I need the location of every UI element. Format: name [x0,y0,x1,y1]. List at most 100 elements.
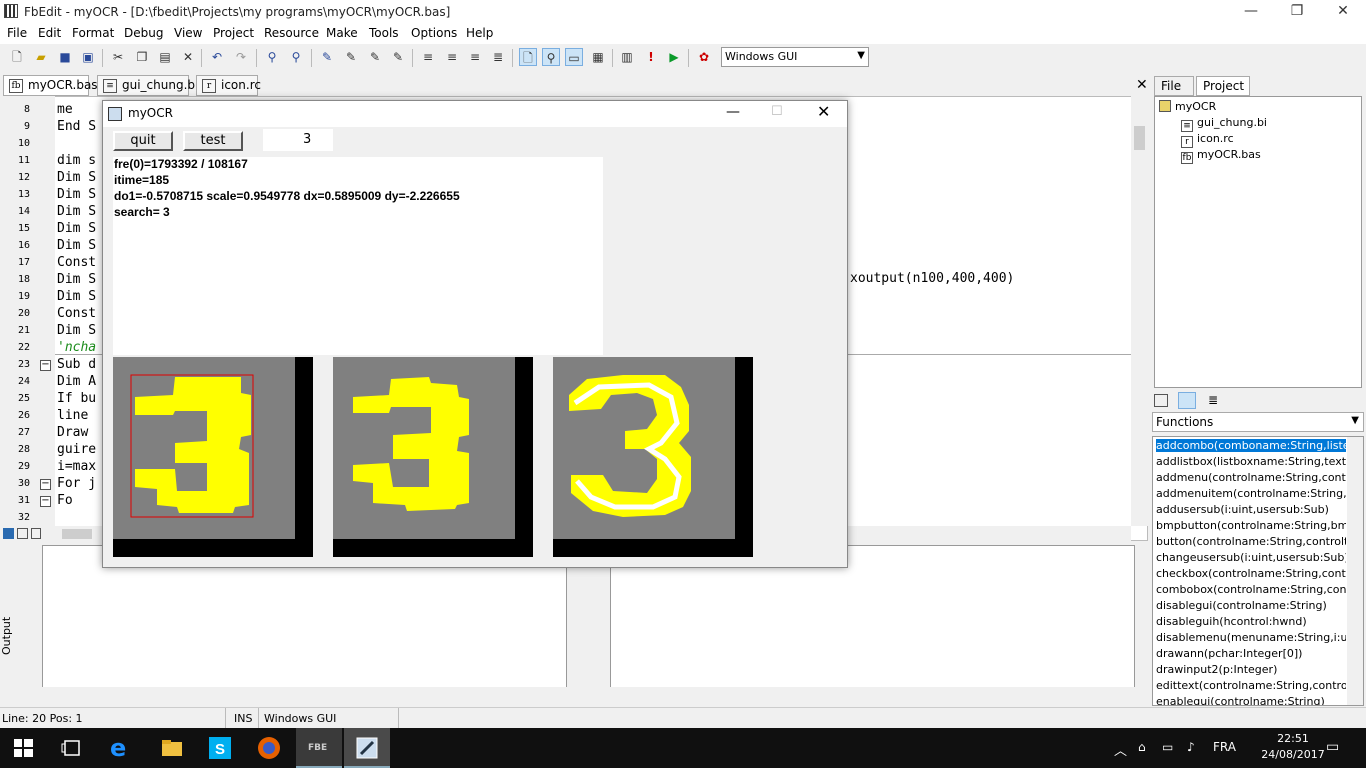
outdent-icon[interactable]: ≡ [443,48,461,66]
quit-button[interactable]: quit [113,131,173,151]
project-tree[interactable]: myOCR ≡ gui_chung.bi r icon.rc fb myOCR.bas [1154,96,1362,388]
skype-icon[interactable]: S [208,736,232,760]
test-button[interactable]: test [183,131,243,151]
output-right-scrollbar[interactable] [1135,545,1150,687]
menu-edit[interactable]: Edit [38,26,61,40]
comment-icon[interactable]: ≡ [466,48,484,66]
menu-tools[interactable]: Tools [369,26,399,40]
function-item[interactable]: bmpbutton(controlname:String,bmpfile [1156,519,1346,532]
prev-bookmark-icon[interactable]: ✎ [366,48,384,66]
function-item[interactable]: disableguih(hcontrol:hwnd) [1156,615,1346,628]
clock-time[interactable]: 22:51 [1260,732,1326,745]
tree-node-gui-chung[interactable]: ≡ gui_chung.bi [1181,116,1267,132]
fold-toggle[interactable]: − [40,360,51,371]
function-item[interactable]: edittext(controlname:String,controltex [1156,679,1346,692]
indent-icon[interactable]: ≡ [419,48,437,66]
menu-resource[interactable]: Resource [264,26,319,40]
tab-project[interactable]: Project [1196,76,1250,96]
new-file-icon[interactable]: 🗋 [8,48,26,66]
tree-node-myocr-bas[interactable]: fb myOCR.bas [1181,148,1261,164]
function-item[interactable]: disablemenu(menuname:String,i:uint) [1156,631,1346,644]
function-item[interactable]: button(controlname:String,controltext [1156,535,1346,548]
battery-icon[interactable]: ▭ [1162,740,1173,754]
redo-icon[interactable]: ↷ [232,48,250,66]
minimize-button[interactable]: — [1228,0,1274,24]
next-bookmark-icon[interactable]: ✎ [342,48,360,66]
uncomment-icon[interactable]: ≣ [489,48,507,66]
menu-file[interactable]: File [7,26,27,40]
function-item[interactable]: drawann(pchar:Integer[0]) [1156,647,1346,660]
find-next-icon[interactable]: ⚲ [287,48,305,66]
tab-gui-chung-bi[interactable]: ≡ gui_chung.bi [97,75,198,96]
list-view-icon[interactable]: ≣ [1208,394,1222,407]
output-pane-left[interactable] [42,545,567,703]
tree-node-icon-rc[interactable]: r icon.rc [1181,132,1234,148]
close-tab-icon[interactable]: ✕ [1136,77,1148,93]
myocr-maximize-button[interactable]: ☐ [771,104,783,119]
file-explorer-icon[interactable] [160,736,184,760]
fold-toggle[interactable]: − [40,496,51,507]
build-target-select[interactable]: Windows GUI ▼ [721,47,869,67]
close-button[interactable]: ✕ [1320,0,1366,24]
tab-icon-rc[interactable]: r icon.rc [196,75,261,96]
function-item[interactable]: addusersub(i:uint,usersub:Sub) [1156,503,1346,516]
tab-myocr-bas[interactable]: fb myOCR.bas [3,75,98,96]
copy-icon[interactable]: ❐ [133,48,151,66]
open-folder-icon[interactable]: ▰ [32,48,50,66]
cut-icon[interactable]: ✂ [109,48,127,66]
view-project-icon[interactable]: ⚲ [542,48,560,66]
window-view-icon[interactable] [1178,392,1196,409]
function-item[interactable]: checkbox(controlname:String,controlte [1156,567,1346,580]
functions-list[interactable]: addcombo(comboname:String,liste:Strin add… [1152,436,1364,706]
function-item[interactable]: changeusersub(i:uint,usersub:Sub) [1156,551,1346,564]
menu-help[interactable]: Help [466,26,493,40]
view-file-icon[interactable]: 🗋 [519,48,537,66]
function-item[interactable]: addcombo(comboname:String,liste:Strin [1156,439,1346,452]
menu-project[interactable]: Project [213,26,254,40]
edge-icon[interactable]: e [110,736,134,760]
menu-options[interactable]: Options [411,26,457,40]
stop-icon[interactable]: ! [642,48,660,66]
function-item[interactable]: addmenuitem(controlname:String,cont [1156,487,1346,500]
myocr-close-button[interactable]: ✕ [817,102,830,121]
tree-node-myocr[interactable]: myOCR [1159,100,1216,113]
view-properties-icon[interactable]: ▦ [589,48,607,66]
output-right-hscroll[interactable] [584,687,1135,703]
volume-icon[interactable]: ♪ [1187,740,1195,754]
menu-debug[interactable]: Debug [124,26,163,40]
editor-vertical-scrollbar[interactable] [1131,96,1148,526]
function-item[interactable]: combobox(controlname:String,controls [1156,583,1346,596]
compile-icon[interactable]: ▥ [618,48,636,66]
function-item[interactable]: drawinput2(p:Integer) [1156,663,1346,676]
save-icon[interactable]: ■ [56,48,74,66]
find-icon[interactable]: ⚲ [263,48,281,66]
output-pane-right[interactable] [610,545,1135,703]
properties-icon[interactable] [1154,394,1168,407]
start-windows-icon[interactable] [12,736,36,760]
menu-make[interactable]: Make [326,26,358,40]
save-all-icon[interactable]: ▣ [79,48,97,66]
function-item[interactable]: enablegui(controlname:String) [1156,695,1346,705]
editor-view-buttons[interactable] [0,526,42,542]
restore-button[interactable]: ❐ [1274,0,1320,24]
function-item[interactable]: disablegui(controlname:String) [1156,599,1346,612]
function-item[interactable]: addlistbox(listboxname:String,text:Str [1156,455,1346,468]
menu-format[interactable]: Format [72,26,114,40]
myocr-minimize-button[interactable]: — [726,104,740,120]
run-icon[interactable]: ▶ [665,48,683,66]
network-icon[interactable]: ⌂ [1138,740,1146,754]
tray-up-icon[interactable]: ︿ [1114,740,1127,759]
undo-icon[interactable]: ↶ [208,48,226,66]
functions-select[interactable]: Functions ▼ [1152,412,1364,432]
clock-date[interactable]: 24/08/2017 [1260,748,1326,761]
output-left-hscroll[interactable] [16,687,567,703]
action-center-icon[interactable]: ▭ [1326,739,1339,755]
paste-icon[interactable]: ▤ [156,48,174,66]
language-indicator[interactable]: FRA [1213,740,1236,754]
clear-bookmarks-icon[interactable]: ✎ [389,48,407,66]
bookmark-icon[interactable]: ✎ [318,48,336,66]
firefox-icon[interactable] [257,736,281,760]
function-item[interactable]: addmenu(controlname:String,controlte [1156,471,1346,484]
task-view-icon[interactable] [60,736,84,760]
view-output-icon[interactable]: ▭ [565,48,583,66]
